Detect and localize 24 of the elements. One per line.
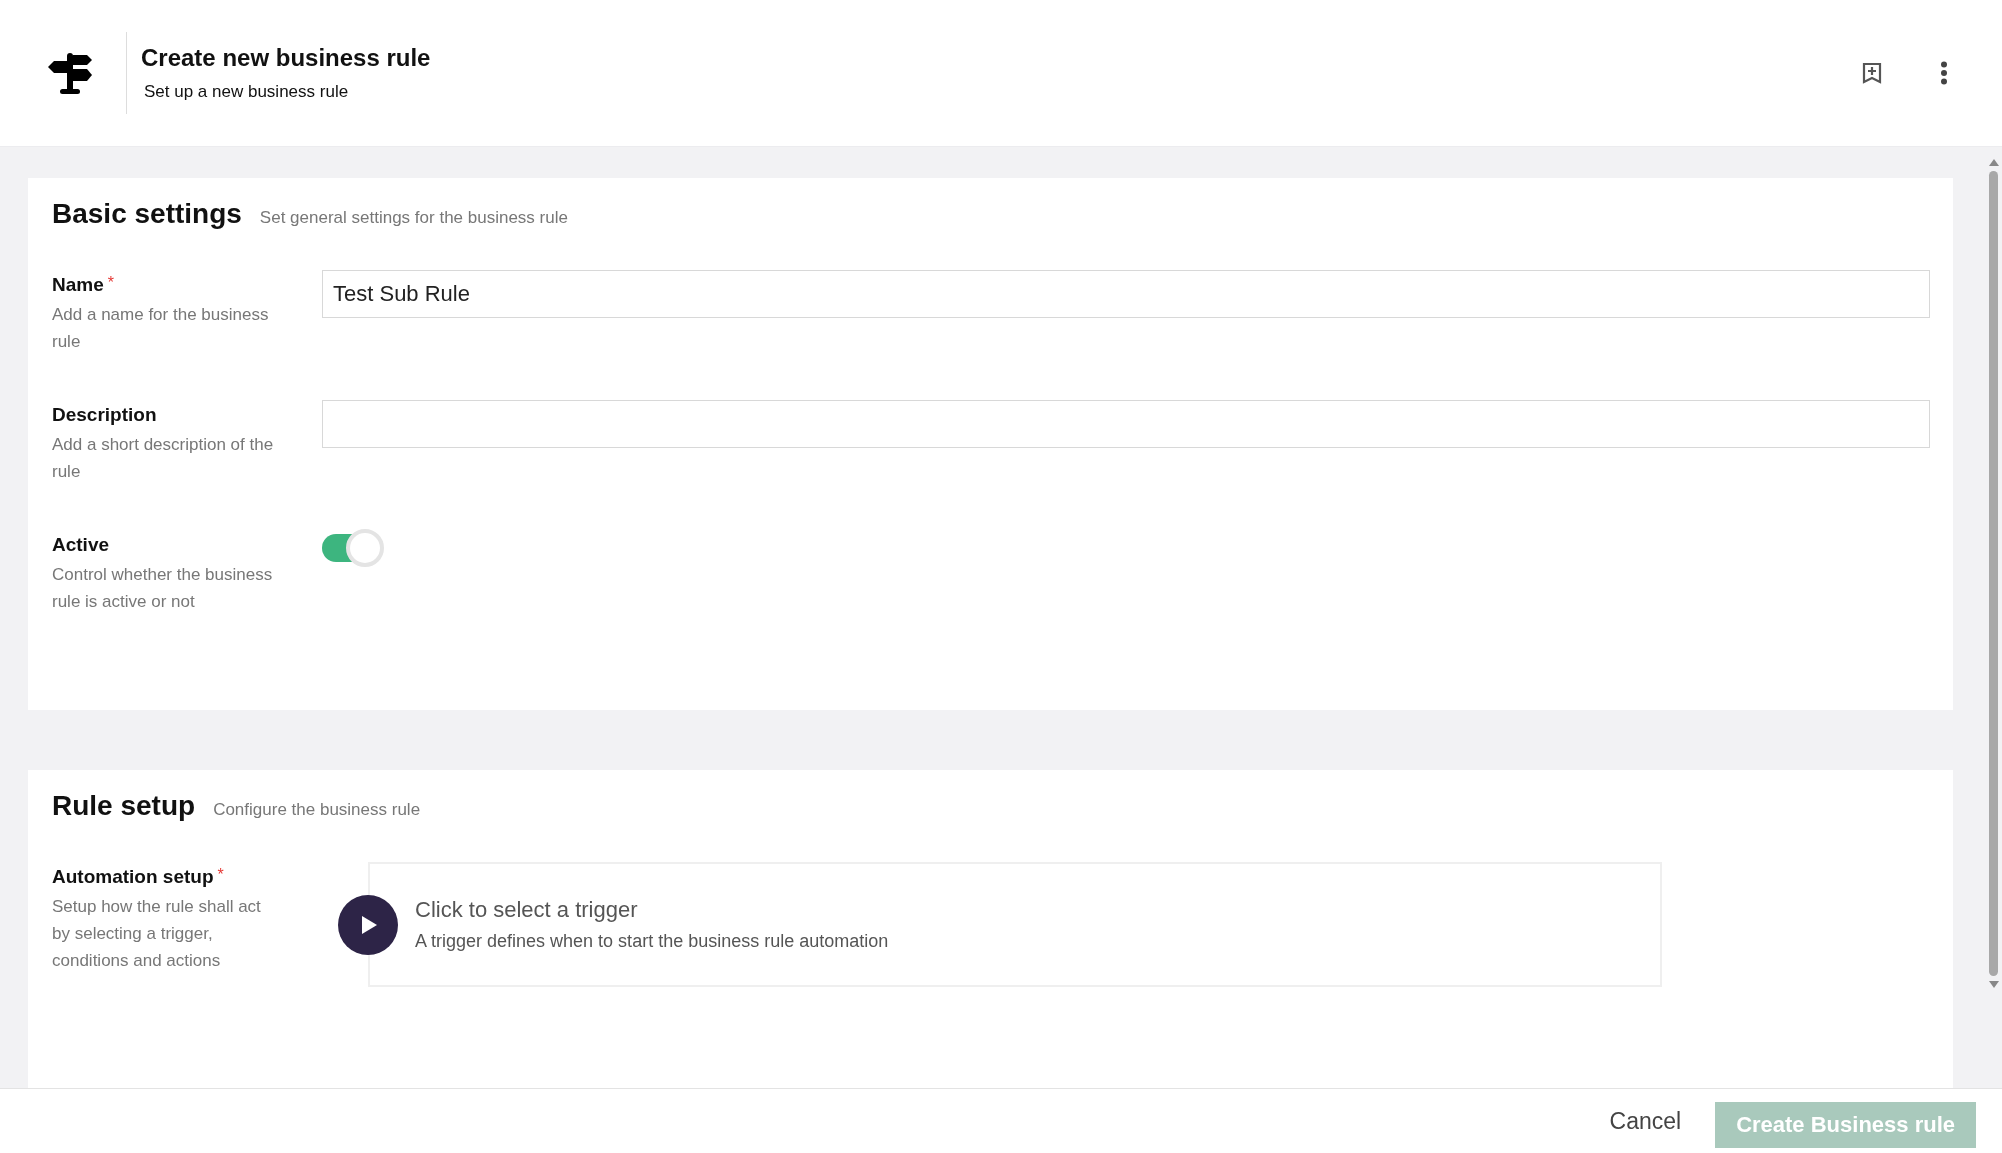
scrollbar-thumb[interactable] (1989, 171, 1998, 976)
text-input-field[interactable]: Test Sub Rule (322, 270, 1930, 318)
field-label: Name * (52, 274, 114, 296)
text-input-field[interactable] (322, 400, 1930, 448)
field-help-text: Control whether the business rule is active or not (52, 564, 274, 613)
field-label: Automation setup * (52, 866, 224, 888)
field-help-text: Add a short description of the rule (52, 434, 275, 483)
required-asterisk: * (217, 866, 224, 883)
signpost-icon (48, 51, 92, 95)
cancel-button[interactable]: Cancel (1601, 1101, 1690, 1141)
scroll-down-arrow-icon[interactable] (1987, 980, 2000, 990)
section-title: Rule setup (52, 790, 196, 822)
field-label: Description (52, 404, 157, 426)
page-subtitle: Set up a new business rule (144, 82, 350, 102)
scroll-up-arrow-icon[interactable] (1987, 157, 2000, 167)
section-title: Basic settings (52, 198, 242, 230)
required-asterisk: * (107, 274, 114, 291)
field-label: Active (52, 534, 110, 556)
play-icon (338, 894, 398, 955)
field-help-text: Add a name for the business rule (52, 304, 270, 353)
field-help-text: Setup how the rule shall act by selecting a trigger, conditions and actions (52, 896, 262, 972)
page-title: Create new business rule (141, 44, 432, 72)
section-subtitle: Set general settings for the business rule (259, 208, 568, 228)
section-subtitle: Configure the business rule (213, 800, 421, 820)
